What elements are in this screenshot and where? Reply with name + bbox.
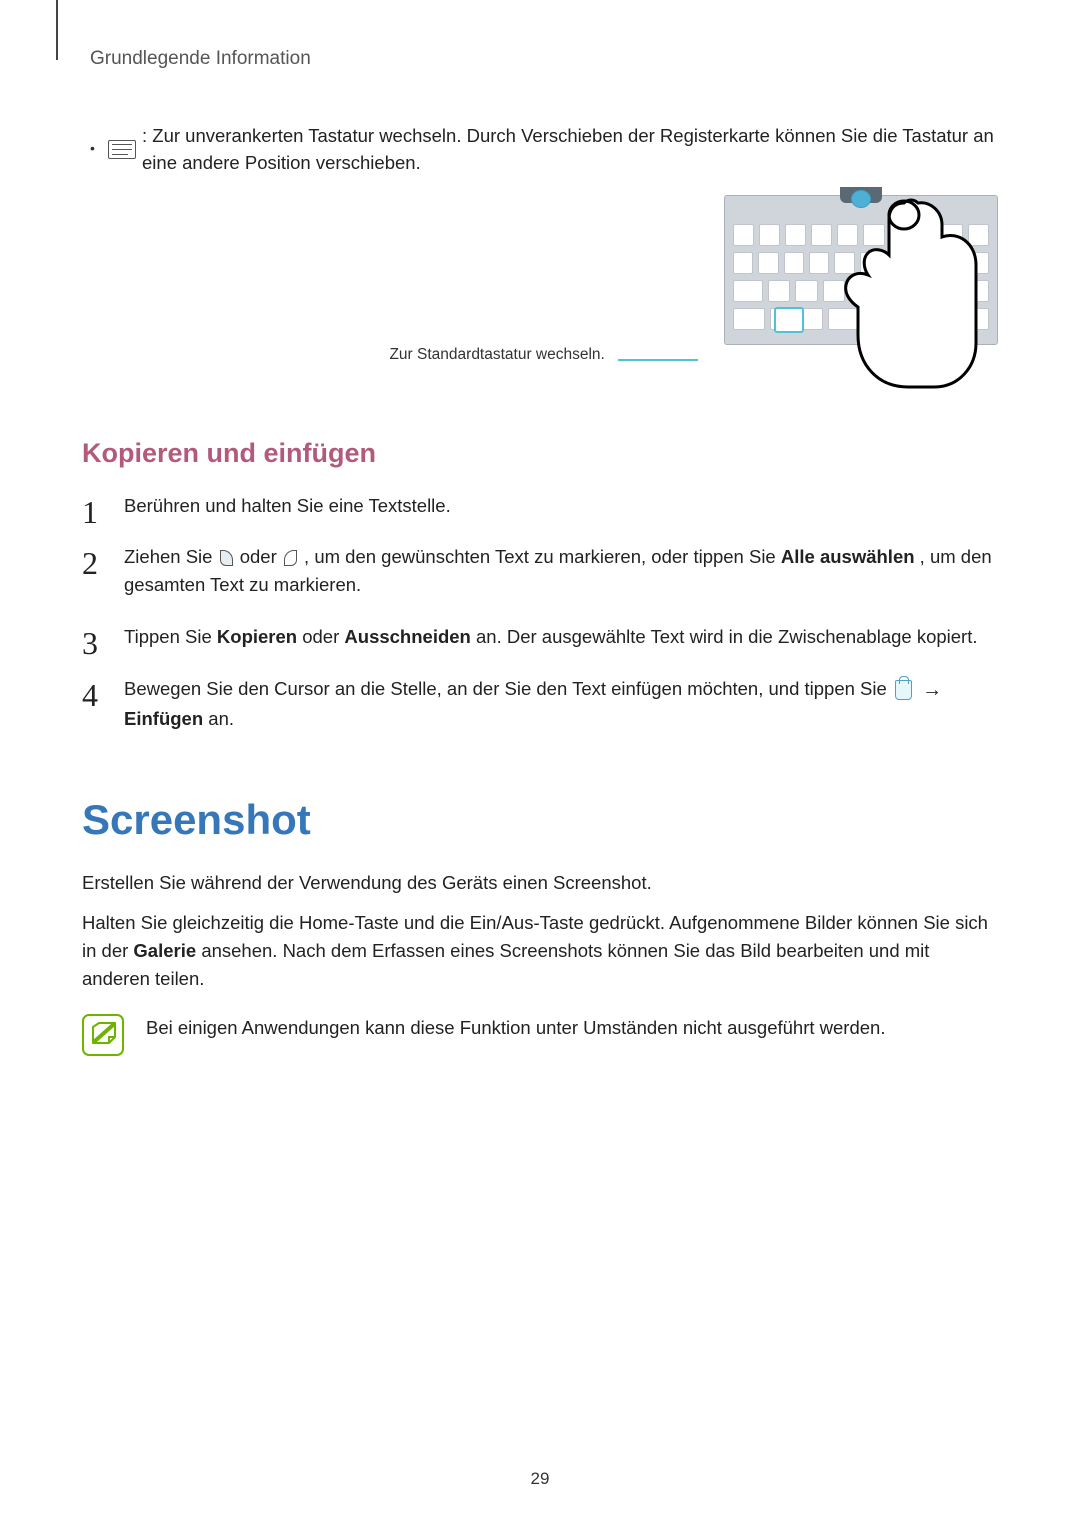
step-2-text-a: Ziehen Sie [124, 546, 218, 567]
step-3-bold-1: Kopieren [217, 626, 297, 647]
selection-handle-right-icon [284, 548, 297, 568]
screenshot-body-b: ansehen. Nach dem Erfassen eines Screens… [82, 940, 929, 989]
screenshot-body-bold: Galerie [133, 940, 196, 961]
page-number: 29 [531, 1466, 550, 1492]
bullet-dot [90, 133, 98, 178]
step-3-bold-2: Ausschneiden [344, 626, 470, 647]
floating-keyboard-bullet: : Zur unverankerten Tastatur wechseln. D… [90, 122, 998, 178]
step-2-bold: Alle auswählen [781, 546, 915, 567]
floating-keyboard-text: : Zur unverankerten Tastatur wechseln. D… [142, 122, 998, 178]
note-text: Bei einigen Anwendungen kann diese Funkt… [146, 1014, 885, 1042]
step-4: Bewegen Sie den Cursor an die Stelle, an… [82, 675, 998, 733]
note-icon [82, 1014, 124, 1056]
screenshot-intro: Erstellen Sie während der Verwendung des… [82, 869, 998, 897]
step-3-text-a: Tippen Sie [124, 626, 217, 647]
selection-handle-left-icon [220, 548, 233, 568]
clipboard-icon [895, 680, 912, 700]
step-4-text-a: Bewegen Sie den Cursor an die Stelle, an… [124, 678, 892, 699]
step-1-text: Berühren und halten Sie eine Textstelle. [124, 495, 451, 516]
arrow-right-icon: → [922, 675, 942, 705]
screenshot-body: Halten Sie gleichzeitig die Home-Taste u… [82, 909, 998, 992]
note-callout: Bei einigen Anwendungen kann diese Funkt… [82, 1014, 998, 1056]
step-2: Ziehen Sie oder , um den gewünschten Tex… [82, 543, 998, 599]
copy-paste-heading: Kopieren und einfügen [82, 433, 998, 474]
step-3-text-c: oder [302, 626, 344, 647]
floating-keyboard-figure: Zur Standardtastatur wechseln. [82, 195, 998, 373]
step-4-bold: Einfügen [124, 708, 203, 729]
step-2-text-c: , um den gewünschten Text zu markieren, … [304, 546, 781, 567]
toggle-standard-keyboard-icon [774, 307, 804, 333]
page-corner-rule [56, 0, 58, 60]
step-2-text-b: oder [240, 546, 282, 567]
keyboard-icon [108, 122, 136, 178]
step-3-text-d: an. Der ausgewählte Text wird in die Zwi… [476, 626, 978, 647]
keyboard-figure-caption: Zur Standardtastatur wechseln. [389, 346, 604, 363]
copy-paste-steps: Berühren und halten Sie eine Textstelle.… [82, 492, 998, 733]
screenshot-heading: Screenshot [82, 788, 998, 851]
hand-drag-illustration [834, 195, 979, 390]
keyboard-illustration [724, 195, 998, 373]
step-3: Tippen Sie Kopieren oder Ausschneiden an… [82, 623, 998, 651]
step-4-text-c: an. [208, 708, 234, 729]
section-header: Grundlegende Information [82, 45, 998, 74]
step-1: Berühren und halten Sie eine Textstelle. [82, 492, 998, 520]
